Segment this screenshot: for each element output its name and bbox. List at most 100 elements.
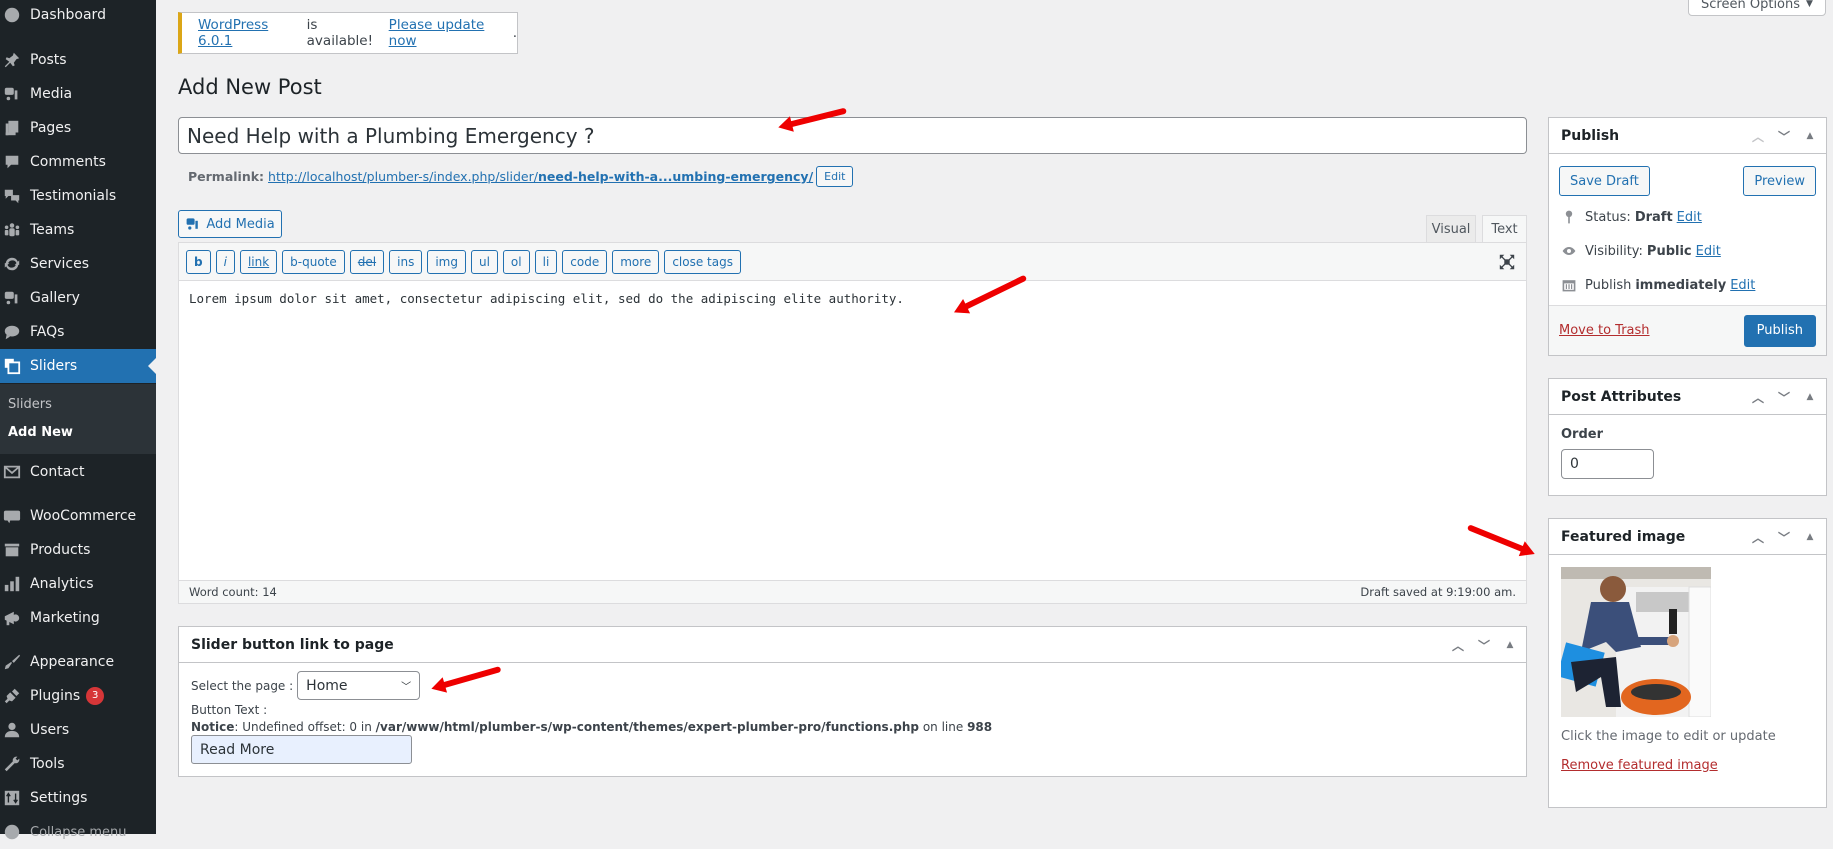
featured-image-thumbnail[interactable] bbox=[1561, 567, 1711, 717]
qt-italic-button[interactable]: i bbox=[215, 249, 235, 274]
move-down-icon[interactable]: ﹀ bbox=[1776, 529, 1792, 546]
menu-testimonials[interactable]: Testimonials bbox=[0, 179, 156, 213]
menu-users[interactable]: Users bbox=[0, 713, 156, 747]
tab-text[interactable]: Text bbox=[1482, 215, 1527, 243]
order-input[interactable]: 0 bbox=[1561, 449, 1654, 479]
metabox-title: Post Attributes bbox=[1561, 388, 1682, 405]
save-draft-button[interactable]: Save Draft bbox=[1559, 166, 1650, 196]
qt-link-button[interactable]: link bbox=[239, 249, 278, 274]
format-chat-icon bbox=[0, 323, 30, 341]
move-to-trash-link[interactable]: Move to Trash bbox=[1559, 323, 1650, 338]
menu-dashboard[interactable]: Dashboard bbox=[0, 0, 156, 32]
menu-settings[interactable]: Settings bbox=[0, 781, 156, 815]
brush-icon bbox=[0, 653, 30, 671]
menu-woocommerce[interactable]: WooCommerce bbox=[0, 499, 156, 533]
plugins-update-count-badge: 3 bbox=[86, 687, 105, 705]
select-page-label: Select the page : bbox=[191, 678, 294, 693]
move-down-icon[interactable]: ﹀ bbox=[1776, 389, 1792, 406]
menu-pages[interactable]: Pages bbox=[0, 111, 156, 145]
pin-icon bbox=[0, 51, 30, 69]
menu-sliders[interactable]: Sliders bbox=[0, 349, 156, 383]
editor-status-bar: Word count: 14 Draft saved at 9:19:00 am… bbox=[179, 580, 1526, 603]
post-title-input[interactable]: Need Help with a Plumbing Emergency ? bbox=[178, 117, 1527, 154]
toggle-panel-icon[interactable]: ▲ bbox=[1802, 532, 1818, 542]
update-now-link[interactable]: Please update now bbox=[389, 17, 513, 49]
edit-publish-time-link[interactable]: Edit bbox=[1730, 278, 1755, 293]
move-down-icon[interactable]: ﹀ bbox=[1476, 637, 1492, 654]
pages-icon bbox=[0, 119, 30, 137]
post-status: Status: Draft Edit bbox=[1549, 200, 1826, 234]
metabox-title: Publish bbox=[1561, 127, 1620, 144]
edit-status-link[interactable]: Edit bbox=[1677, 210, 1702, 225]
qt-ins-button[interactable]: ins bbox=[389, 249, 423, 274]
qt-del-button[interactable]: del bbox=[349, 249, 385, 274]
permalink-link[interactable]: http://localhost/plumber-s/index.php/sli… bbox=[268, 169, 813, 184]
edit-slug-button[interactable]: Edit bbox=[816, 166, 854, 187]
featured-image-caption: Click the image to edit or update bbox=[1561, 729, 1776, 744]
menu-comments[interactable]: Comments bbox=[0, 145, 156, 179]
submenu-add-new[interactable]: Add New bbox=[8, 425, 73, 440]
menu-posts[interactable]: Posts bbox=[0, 43, 156, 77]
plugin-icon bbox=[0, 687, 30, 705]
button-text-input[interactable]: Read More bbox=[191, 735, 412, 764]
fullscreen-icon[interactable] bbox=[1498, 253, 1516, 271]
caret-down-icon: ▼ bbox=[1806, 0, 1813, 9]
php-notice: Notice: Undefined offset: 0 in /var/www/… bbox=[191, 720, 993, 734]
qt-blockquote-button[interactable]: b-quote bbox=[282, 249, 345, 274]
menu-faqs[interactable]: FAQs bbox=[0, 315, 156, 349]
menu-tools[interactable]: Tools bbox=[0, 747, 156, 781]
featured-image-metabox: Featured image ︿ ﹀ ▲ Click the image to … bbox=[1548, 518, 1827, 808]
toggle-panel-icon[interactable]: ▲ bbox=[1802, 131, 1818, 141]
menu-marketing[interactable]: Marketing bbox=[0, 601, 156, 635]
move-up-icon[interactable]: ︿ bbox=[1450, 637, 1466, 654]
submenu-all-sliders[interactable]: Sliders bbox=[8, 397, 52, 412]
groups-icon bbox=[0, 221, 30, 239]
media-icon bbox=[0, 289, 30, 307]
media-icon bbox=[0, 85, 30, 103]
menu-appearance[interactable]: Appearance bbox=[0, 645, 156, 679]
publish-metabox: Publish ︿ ﹀ ▲ Save Draft Preview Status:… bbox=[1548, 117, 1827, 356]
move-up-icon[interactable]: ︿ bbox=[1750, 529, 1766, 546]
move-up-icon[interactable]: ︿ bbox=[1750, 128, 1766, 145]
wordpress-version-link[interactable]: WordPress 6.0.1 bbox=[198, 17, 304, 49]
menu-products[interactable]: Products bbox=[0, 533, 156, 567]
tab-visual[interactable]: Visual bbox=[1426, 215, 1476, 243]
edit-visibility-link[interactable]: Edit bbox=[1696, 244, 1721, 259]
menu-analytics[interactable]: Analytics bbox=[0, 567, 156, 601]
menu-services[interactable]: Services bbox=[0, 247, 156, 281]
qt-code-button[interactable]: code bbox=[562, 249, 608, 274]
toggle-panel-icon[interactable]: ▲ bbox=[1802, 392, 1818, 402]
remove-featured-image-link[interactable]: Remove featured image bbox=[1561, 758, 1718, 773]
menu-contact[interactable]: Contact bbox=[0, 455, 156, 489]
qt-more-button[interactable]: more bbox=[612, 249, 660, 274]
chevron-down-icon: ﹀ bbox=[401, 682, 412, 693]
qt-ul-button[interactable]: ul bbox=[470, 249, 498, 274]
qt-li-button[interactable]: li bbox=[534, 249, 558, 274]
autosave-status: Draft saved at 9:19:00 am. bbox=[1360, 585, 1516, 599]
word-count: Word count: 14 bbox=[189, 585, 277, 599]
qt-close-tags-button[interactable]: close tags bbox=[664, 249, 741, 274]
menu-plugins[interactable]: Plugins 3 bbox=[0, 679, 156, 713]
metabox-title: Featured image bbox=[1561, 528, 1686, 545]
preview-button[interactable]: Preview bbox=[1743, 166, 1816, 196]
toggle-panel-icon[interactable]: ▲ bbox=[1502, 640, 1518, 650]
move-down-icon[interactable]: ﹀ bbox=[1776, 128, 1792, 145]
qt-bold-button[interactable]: b bbox=[186, 249, 211, 274]
content-textarea[interactable]: Lorem ipsum dolor sit amet, consectetur … bbox=[179, 281, 1526, 581]
user-icon bbox=[0, 721, 30, 739]
move-up-icon[interactable]: ︿ bbox=[1750, 389, 1766, 406]
menu-collapse[interactable]: Collapse menu bbox=[0, 815, 156, 849]
metabox-title: Slider button link to page bbox=[191, 636, 394, 653]
add-media-button[interactable]: Add Media bbox=[178, 210, 282, 238]
menu-teams[interactable]: Teams bbox=[0, 213, 156, 247]
publish-button[interactable]: Publish bbox=[1743, 314, 1816, 347]
menu-gallery[interactable]: Gallery bbox=[0, 281, 156, 315]
order-label: Order bbox=[1561, 427, 1603, 442]
qt-ol-button[interactable]: ol bbox=[502, 249, 530, 274]
screen-options-button[interactable]: Screen Options ▼ bbox=[1688, 0, 1826, 16]
archive-icon bbox=[0, 541, 30, 559]
page-select[interactable]: Home ﹀ bbox=[297, 671, 421, 700]
settings-icon bbox=[0, 789, 30, 807]
menu-media[interactable]: Media bbox=[0, 77, 156, 111]
qt-img-button[interactable]: img bbox=[427, 249, 466, 274]
